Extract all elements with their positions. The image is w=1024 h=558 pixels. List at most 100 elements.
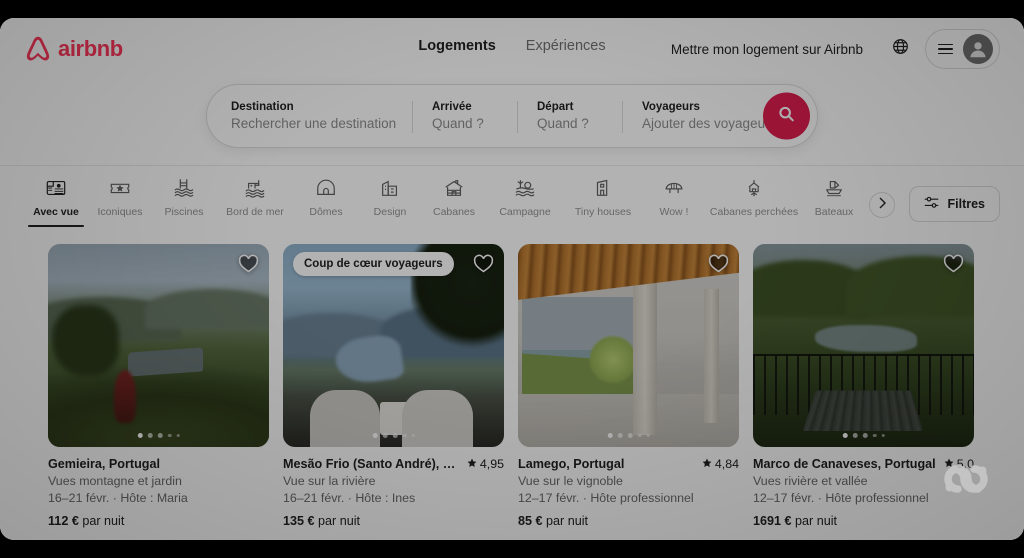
listing-rating: 4,95 bbox=[467, 457, 504, 471]
guests-input[interactable]: Ajouter des voyageurs bbox=[642, 116, 782, 131]
nav-tab-logements[interactable]: Logements bbox=[418, 38, 495, 54]
listing-rating: 4,84 bbox=[702, 457, 739, 471]
category-tiny-houses[interactable]: Tiny houses bbox=[564, 176, 642, 227]
search-departure-segment[interactable]: Départ Quand ? bbox=[517, 85, 622, 147]
star-icon bbox=[467, 457, 477, 471]
category-label: Bord de mer bbox=[226, 206, 284, 218]
sliders-icon bbox=[924, 195, 939, 213]
category-wow[interactable]: Wow ! bbox=[642, 176, 706, 227]
boat-icon bbox=[823, 176, 845, 200]
category-piscines[interactable]: Piscines bbox=[152, 176, 216, 227]
filters-button[interactable]: Filtres bbox=[909, 186, 1000, 222]
listing-price-unit: par nuit bbox=[318, 514, 361, 528]
listing-image[interactable] bbox=[753, 244, 974, 447]
category-label: Iconiques bbox=[97, 206, 143, 218]
listing-subtitle: Vue sur la rivière bbox=[283, 474, 376, 488]
listing-price-unit: par nuit bbox=[546, 514, 589, 528]
listing-card[interactable]: Lamego, Portugal 4,84 Vue sur le vignobl… bbox=[518, 244, 739, 540]
listing-image[interactable] bbox=[518, 244, 739, 447]
become-host-link[interactable]: Mettre mon logement sur Airbnb bbox=[659, 32, 875, 67]
listing-title: Mesão Frio (Santo André), Portugal bbox=[283, 457, 461, 471]
favorite-heart-icon[interactable] bbox=[238, 254, 259, 278]
listing-photo bbox=[48, 244, 269, 447]
favorite-heart-icon[interactable] bbox=[473, 254, 494, 278]
listing-rating-value: 4,95 bbox=[479, 457, 504, 471]
category-label: Wow ! bbox=[659, 206, 689, 218]
category-bord-de-mer[interactable]: Bord de mer bbox=[216, 176, 294, 227]
listing-price: 135 € par nuit bbox=[283, 514, 504, 528]
listing-title-row: Mesão Frio (Santo André), Portugal 4,95 bbox=[283, 457, 504, 471]
listing-dates-host: 16–21 févr. · Hôte : Maria bbox=[48, 491, 188, 505]
listing-subtitle: Vue sur le vignoble bbox=[518, 474, 623, 488]
favorite-heart-icon[interactable] bbox=[708, 254, 729, 278]
letterbox-bottom bbox=[0, 540, 1024, 558]
category-label: Bateaux bbox=[814, 206, 854, 218]
category-iconiques[interactable]: Iconiques bbox=[88, 176, 152, 227]
airbnb-logo-text: airbnb bbox=[58, 36, 123, 61]
listing-image[interactable] bbox=[48, 244, 269, 447]
category-bar: Avec vue Iconiques Piscines Bord de mer … bbox=[0, 168, 1024, 228]
category-campagne[interactable]: Campagne bbox=[486, 176, 564, 227]
listing-title-row: Gemieira, Portugal bbox=[48, 457, 269, 471]
categories-next-button[interactable] bbox=[869, 192, 896, 218]
arrival-value[interactable]: Quand ? bbox=[432, 116, 497, 131]
category-avec-vue[interactable]: Avec vue bbox=[24, 176, 88, 227]
ticket-star-icon bbox=[109, 176, 131, 200]
category-label: Dômes bbox=[309, 206, 343, 218]
category-bateaux[interactable]: Bateaux bbox=[802, 176, 866, 227]
language-globe-button[interactable] bbox=[883, 32, 917, 66]
primary-nav: Logements Expériences bbox=[418, 38, 605, 54]
watermark-logo bbox=[934, 447, 998, 516]
departure-label: Départ bbox=[537, 101, 574, 113]
guest-favorite-badge: Coup de cœur voyageurs bbox=[293, 252, 454, 276]
listing-image[interactable]: Coup de cœur voyageurs bbox=[283, 244, 504, 447]
search-arrival-segment[interactable]: Arrivée Quand ? bbox=[412, 85, 517, 147]
treehouse-icon bbox=[743, 176, 765, 200]
listing-rating-value: 4,84 bbox=[714, 457, 739, 471]
favorite-heart-icon[interactable] bbox=[943, 254, 964, 278]
countryside-icon bbox=[514, 176, 536, 200]
category-cabanes-perchees[interactable]: Cabanes perchées bbox=[706, 176, 802, 227]
image-carousel-dots[interactable] bbox=[372, 432, 415, 438]
image-carousel-dots[interactable] bbox=[607, 432, 650, 438]
seaside-icon bbox=[244, 176, 266, 200]
header-top-row: airbnb Logements Expériences Mettre mon … bbox=[0, 18, 1024, 80]
listing-price-amount: 135 € bbox=[283, 514, 315, 528]
airbnb-logo[interactable]: airbnb bbox=[24, 34, 123, 64]
nav-tab-experiences[interactable]: Expériences bbox=[526, 38, 606, 54]
category-cabanes[interactable]: Cabanes bbox=[422, 176, 486, 227]
category-label: Piscines bbox=[164, 206, 204, 218]
avatar bbox=[963, 34, 993, 64]
wow-icon bbox=[663, 176, 685, 200]
departure-value[interactable]: Quand ? bbox=[537, 116, 602, 131]
category-design[interactable]: Design bbox=[358, 176, 422, 227]
search-destination-segment[interactable]: Destination Rechercher une destination bbox=[207, 85, 412, 147]
destination-input[interactable]: Rechercher une destination bbox=[231, 116, 396, 131]
guests-label: Voyageurs bbox=[642, 101, 700, 113]
search-submit-button[interactable] bbox=[763, 92, 810, 140]
listing-card[interactable]: Gemieira, Portugal Vues montagne et jard… bbox=[48, 244, 269, 540]
category-label: Avec vue bbox=[33, 206, 79, 218]
user-account-menu[interactable] bbox=[925, 29, 1000, 69]
listing-title: Gemieira, Portugal bbox=[48, 457, 160, 471]
listing-grid: Gemieira, Portugal Vues montagne et jard… bbox=[0, 236, 1024, 540]
cabin-icon bbox=[443, 176, 465, 200]
airbnb-bellhop-icon bbox=[24, 34, 52, 64]
hamburger-menu-icon bbox=[938, 43, 953, 55]
design-icon bbox=[379, 176, 401, 200]
image-carousel-dots[interactable] bbox=[842, 432, 885, 438]
globe-icon bbox=[892, 38, 909, 60]
listing-card[interactable]: Coup de cœur voyageurs Mesão Frio (Santo… bbox=[283, 244, 504, 540]
listing-price-amount: 112 € bbox=[48, 514, 79, 528]
listing-photo bbox=[753, 244, 974, 447]
image-carousel-dots[interactable] bbox=[137, 432, 180, 438]
tiny-house-icon bbox=[592, 176, 614, 200]
category-domes[interactable]: Dômes bbox=[294, 176, 358, 227]
listing-dates-host: 12–17 févr. · Hôte professionnel bbox=[518, 491, 694, 505]
listing-details: Gemieira, Portugal Vues montagne et jard… bbox=[48, 447, 269, 528]
search-bar[interactable]: Destination Rechercher une destination A… bbox=[206, 84, 818, 148]
listing-price-amount: 1691 € bbox=[753, 514, 792, 528]
filters-label: Filtres bbox=[947, 197, 985, 211]
destination-label: Destination bbox=[231, 101, 294, 113]
listing-price: 1691 € par nuit bbox=[753, 514, 974, 528]
